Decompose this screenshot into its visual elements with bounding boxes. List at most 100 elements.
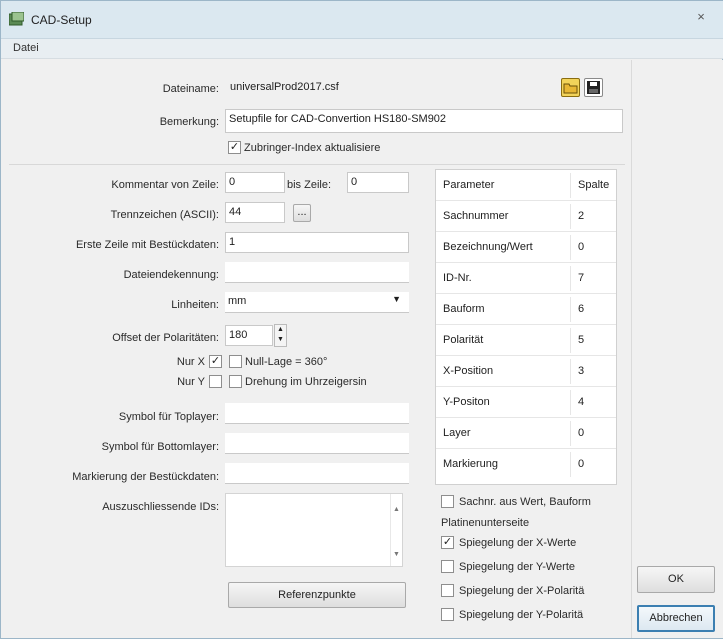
offset-field[interactable]: 180 bbox=[225, 325, 273, 346]
title-bar: CAD-Setup × bbox=[1, 1, 723, 39]
feeder-index-checkbox[interactable]: ✓ bbox=[228, 141, 241, 154]
column-divider bbox=[570, 390, 571, 415]
top-symbol-label: Symbol für Toplayer: bbox=[118, 411, 219, 423]
sachnr-checkbox[interactable] bbox=[441, 495, 454, 508]
mirror-x-values-checkbox[interactable]: ✓ bbox=[441, 536, 454, 549]
comment-to-label: bis Zeile: bbox=[287, 179, 332, 191]
close-icon[interactable]: × bbox=[691, 8, 711, 26]
row-column[interactable]: 4 bbox=[578, 396, 584, 408]
mirror-y-values-label: Spiegelung der Y-Werte bbox=[459, 561, 575, 573]
menu-bar: Datei bbox=[1, 39, 723, 59]
row-column[interactable]: 3 bbox=[578, 365, 584, 377]
table-header: Parameter Spalte bbox=[436, 170, 616, 201]
save-icon[interactable] bbox=[584, 78, 603, 97]
row-name: Bauform bbox=[443, 303, 485, 315]
comment-to-field[interactable]: 0 bbox=[347, 172, 409, 193]
table-row[interactable]: Layer 0 bbox=[436, 418, 616, 449]
feeder-index-label: Zubringer-Index aktualisiere bbox=[244, 142, 381, 154]
exclude-ids-label: Auszuschliessende IDs: bbox=[102, 501, 219, 513]
row-name: Polarität bbox=[443, 334, 484, 346]
bottom-symbol-label: Symbol für Bottomlayer: bbox=[101, 441, 219, 453]
row-column[interactable]: 7 bbox=[578, 272, 584, 284]
column-divider bbox=[570, 452, 571, 477]
mirror-y-polarity-checkbox[interactable] bbox=[441, 608, 454, 621]
clockwise-label: Drehung im Uhrzeigersin bbox=[245, 376, 367, 388]
units-select[interactable]: mm ▼ bbox=[225, 292, 409, 313]
bottom-symbol-field[interactable] bbox=[225, 433, 409, 454]
only-x-label: Nur X bbox=[176, 356, 205, 368]
table-row[interactable]: Bauform 6 bbox=[436, 294, 616, 325]
remark-field[interactable]: Setupfile for CAD-Convertion HS180-SM902 bbox=[225, 109, 623, 133]
row-column[interactable]: 0 bbox=[578, 241, 584, 253]
filename-field[interactable]: universalProd2017.csf bbox=[227, 78, 557, 99]
chevron-down-icon[interactable]: ▼ bbox=[392, 294, 401, 304]
only-y-checkbox[interactable] bbox=[209, 375, 222, 388]
remark-label: Bemerkung: bbox=[159, 116, 219, 128]
exclude-ids-textarea[interactable]: ▲ ▼ bbox=[225, 493, 403, 567]
first-line-field[interactable]: 1 bbox=[225, 232, 409, 253]
null-position-label: Null-Lage = 360° bbox=[245, 356, 328, 368]
table-row[interactable]: X-Position 3 bbox=[436, 356, 616, 387]
offset-label: Offset der Polaritäten: bbox=[112, 332, 219, 344]
column-divider bbox=[570, 421, 571, 446]
separator-picker-button[interactable]: ... bbox=[293, 204, 311, 222]
reference-points-button[interactable]: Referenzpunkte bbox=[228, 582, 406, 608]
header-column: Spalte bbox=[578, 179, 610, 191]
row-column[interactable]: 0 bbox=[578, 458, 584, 470]
divider bbox=[9, 164, 625, 165]
sachnr-label: Sachnr. aus Wert, Bauform bbox=[459, 496, 591, 508]
mirror-x-values-label: Spiegelung der X-Werte bbox=[459, 537, 577, 549]
row-column[interactable]: 0 bbox=[578, 427, 584, 439]
marking-label: Markierung der Bestückdaten: bbox=[72, 471, 219, 483]
table-row[interactable]: Bezeichnung/Wert 0 bbox=[436, 232, 616, 263]
window-title: CAD-Setup bbox=[31, 13, 92, 27]
cancel-button[interactable]: Abbrechen bbox=[637, 605, 715, 632]
mirror-x-polarity-checkbox[interactable] bbox=[441, 584, 454, 597]
table-row[interactable]: Y-Positon 4 bbox=[436, 387, 616, 418]
row-column[interactable]: 5 bbox=[578, 334, 584, 346]
mirror-x-polarity-label: Spiegelung der X-Polaritä bbox=[459, 585, 585, 597]
comment-from-field[interactable]: 0 bbox=[225, 172, 285, 193]
header-parameter: Parameter bbox=[443, 179, 495, 191]
row-column[interactable]: 2 bbox=[578, 210, 584, 222]
row-name: ID-Nr. bbox=[443, 272, 472, 284]
table-row[interactable]: Sachnummer 2 bbox=[436, 201, 616, 232]
separator-label: Trennzeichen (ASCII): bbox=[110, 209, 219, 221]
column-divider bbox=[570, 359, 571, 384]
row-name: Layer bbox=[443, 427, 471, 439]
only-x-checkbox[interactable]: ✓ bbox=[209, 355, 222, 368]
file-end-label: Dateiendekennung: bbox=[123, 269, 219, 281]
clockwise-checkbox[interactable] bbox=[229, 375, 242, 388]
exclude-ids-scrollbar[interactable]: ▲ ▼ bbox=[390, 494, 402, 566]
offset-stepper[interactable]: ▲ ▼ bbox=[274, 324, 287, 347]
parameter-table: Parameter Spalte Sachnummer 2 Bezeichnung… bbox=[435, 169, 617, 485]
table-row[interactable]: ID-Nr. 7 bbox=[436, 263, 616, 294]
row-name: Markierung bbox=[443, 458, 499, 470]
marking-field[interactable] bbox=[225, 463, 409, 484]
row-name: Bezeichnung/Wert bbox=[443, 241, 533, 253]
row-column[interactable]: 6 bbox=[578, 303, 584, 315]
table-row[interactable]: Markierung 0 bbox=[436, 449, 616, 480]
separator-field[interactable]: 44 bbox=[225, 202, 285, 223]
units-label: Linheiten: bbox=[171, 299, 219, 311]
menu-file[interactable]: Datei bbox=[13, 42, 39, 54]
first-line-label: Erste Zeile mit Bestückdaten: bbox=[75, 239, 219, 251]
open-folder-icon[interactable] bbox=[561, 78, 580, 97]
file-end-field[interactable] bbox=[225, 262, 409, 283]
row-name: Sachnummer bbox=[443, 210, 509, 222]
cad-setup-window: CAD-Setup × Datei Dateiname: universalPr… bbox=[0, 0, 723, 639]
ok-button[interactable]: OK bbox=[637, 566, 715, 593]
underside-heading: Platinenunterseite bbox=[441, 517, 530, 529]
row-name: Y-Positon bbox=[443, 396, 490, 408]
top-symbol-field[interactable] bbox=[225, 403, 409, 424]
mirror-y-values-checkbox[interactable] bbox=[441, 560, 454, 573]
table-row[interactable]: Polarität 5 bbox=[436, 325, 616, 356]
button-panel bbox=[631, 60, 723, 638]
column-divider bbox=[570, 173, 571, 198]
null-position-checkbox[interactable] bbox=[229, 355, 242, 368]
column-divider bbox=[570, 297, 571, 322]
column-divider bbox=[570, 328, 571, 353]
column-divider bbox=[570, 204, 571, 229]
row-name: X-Position bbox=[443, 365, 494, 377]
only-y-label: Nur Y bbox=[177, 376, 205, 388]
